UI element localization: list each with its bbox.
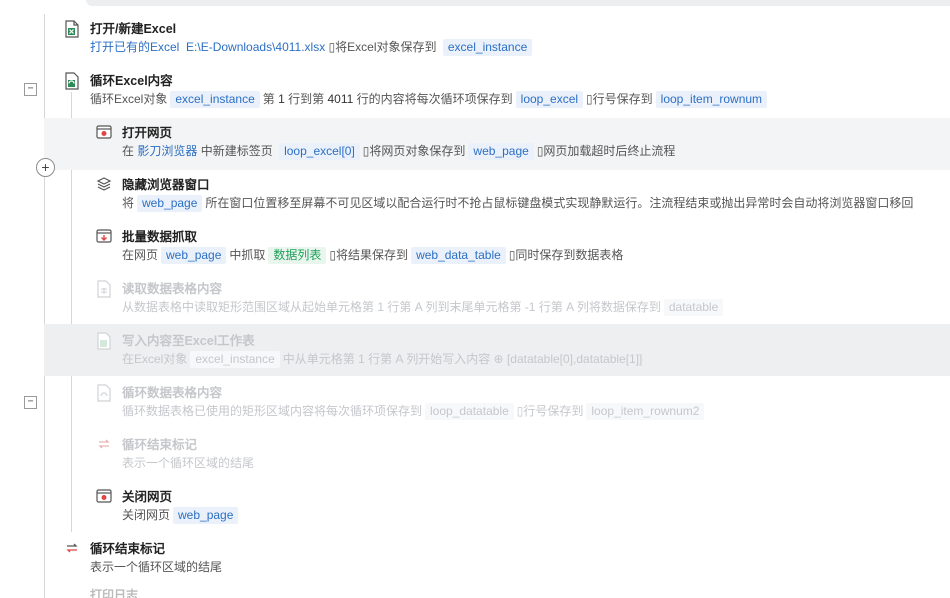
step-title: 循环结束标记	[90, 542, 166, 556]
top-scrollbar[interactable]	[86, 0, 950, 6]
excel-write-icon	[96, 332, 114, 350]
browser-open-icon	[96, 124, 114, 142]
step-title: 批量数据抓取	[122, 230, 198, 244]
step-description: 在网页 web_page 中抓取 数据列表 ▯将结果保存到 web_data_table ▯…	[122, 247, 624, 264]
variable-tag[interactable]: excel_instance	[442, 39, 533, 56]
browser-close-icon	[96, 488, 114, 506]
expression-icon: ⊕	[493, 352, 504, 366]
step-loop-datatable[interactable]: 循环数据表格内容 循环数据表格已使用的矩形区域内容将每次循环项保存到 loop_d…	[96, 382, 926, 432]
step-loop-end-outer[interactable]: 循环结束标记 表示一个循环区域的结尾	[64, 538, 924, 588]
variable-tag[interactable]: web_page	[468, 143, 534, 160]
step-description: 将 web_page 所在窗口位置移至屏幕不可见区域以配合运行时不抢占鼠标键盘模式实…	[122, 195, 914, 212]
table-read-icon	[96, 280, 114, 298]
variable-tag[interactable]: loop_item_rownum2	[586, 403, 705, 420]
step-open-webpage[interactable]: 打开网页 在 影刀浏览器 中新建标签页 loop_excel[0] ▯将网页对象保…	[96, 122, 926, 172]
step-title: 关闭网页	[122, 490, 173, 504]
variable-tag[interactable]: loop_datatable	[425, 403, 514, 420]
variable-tag[interactable]: web_page	[161, 247, 227, 264]
step-description: 表示一个循环区域的结尾	[90, 560, 223, 574]
step-title: 写入内容至Excel工作表	[122, 334, 255, 348]
step-description: 关闭网页 web_page	[122, 506, 241, 524]
excel-loop-icon	[64, 72, 82, 90]
step-description: 从数据表格中读取矩形范围区域从起始单元格第 1 行第 A 列到末尾单元格第 -1…	[122, 298, 726, 316]
step-title: 隐藏浏览器窗口	[122, 178, 210, 192]
data-scrape-icon	[96, 228, 114, 246]
step-loop-end-inner[interactable]: 循环结束标记 表示一个循环区域的结尾	[96, 434, 926, 484]
step-print-log-partial[interactable]: 打印日志	[60, 586, 138, 598]
step-batch-scrape[interactable]: 批量数据抓取 在网页 web_page 中抓取 数据列表 ▯将结果保存到 web_data…	[96, 226, 926, 276]
table-loop-icon	[96, 384, 114, 402]
variable-tag[interactable]: datatable	[663, 299, 724, 316]
step-title: 打开/新建Excel	[90, 22, 177, 36]
collapse-toggle-excel-loop[interactable]: −	[24, 83, 37, 96]
layers-icon	[96, 176, 114, 194]
variable-tag[interactable]: excel_instance	[170, 91, 260, 108]
step-loop-excel[interactable]: 循环Excel内容 循环Excel对象 excel_instance 第 1 行到第…	[64, 70, 924, 120]
variable-tag[interactable]: web_page	[173, 507, 239, 524]
excel-open-icon	[64, 20, 82, 38]
step-description: 表示一个循环区域的结尾	[122, 456, 255, 470]
step-close-webpage[interactable]: 关闭网页 关闭网页 web_page	[96, 486, 926, 536]
loop-end-icon	[96, 436, 114, 454]
variable-tag[interactable]: loop_excel	[515, 91, 584, 108]
step-open-excel[interactable]: 打开/新建Excel 打开已有的Excel E:\E-Downloads\401…	[64, 18, 924, 68]
variable-tag[interactable]: loop_item_rownum	[655, 91, 768, 108]
step-title: 读取数据表格内容	[122, 282, 223, 296]
collapse-toggle-table-loop[interactable]: −	[24, 396, 37, 409]
step-title: 循环结束标记	[122, 438, 198, 452]
loop-end-icon	[64, 540, 82, 558]
step-description: 循环数据表格已使用的矩形区域内容将每次循环项保存到 loop_datatable ▯…	[122, 402, 707, 420]
variable-tag[interactable]: web_data_table	[411, 247, 506, 264]
step-description: 循环Excel对象 excel_instance 第 1 行到第 4011 行的内容…	[90, 90, 770, 108]
step-description: 打开已有的Excel E:\E-Downloads\4011.xlsx ▯将Ex…	[90, 38, 535, 56]
step-read-datatable[interactable]: 读取数据表格内容 从数据表格中读取矩形范围区域从起始单元格第 1 行第 A 列到…	[96, 278, 926, 328]
step-description: 在 影刀浏览器 中新建标签页 loop_excel[0] ▯将网页对象保存到 web…	[122, 143, 676, 160]
variable-tag[interactable]: excel_instance	[190, 351, 280, 368]
step-title: 循环数据表格内容	[122, 386, 223, 400]
step-hide-browser[interactable]: 隐藏浏览器窗口 将 web_page 所在窗口位置移至屏幕不可见区域以配合运行时不抢…	[96, 174, 946, 224]
step-title: 循环Excel内容	[90, 74, 173, 88]
variable-tag[interactable]: loop_excel[0]	[279, 143, 360, 160]
step-description: 在Excel对象 excel_instance 中从单元格第 1 行第 A 列开始写…	[122, 351, 643, 368]
variable-tag[interactable]: web_page	[137, 195, 203, 212]
tree-line-outer	[44, 14, 45, 598]
step-title: 打开网页	[122, 126, 173, 140]
step-write-excel[interactable]: 写入内容至Excel工作表 在Excel对象 excel_instance 中从单元…	[96, 330, 926, 380]
step-title: 打印日志	[90, 588, 139, 598]
add-step-button[interactable]: +	[36, 158, 55, 177]
element-tag[interactable]: 数据列表	[268, 247, 327, 264]
